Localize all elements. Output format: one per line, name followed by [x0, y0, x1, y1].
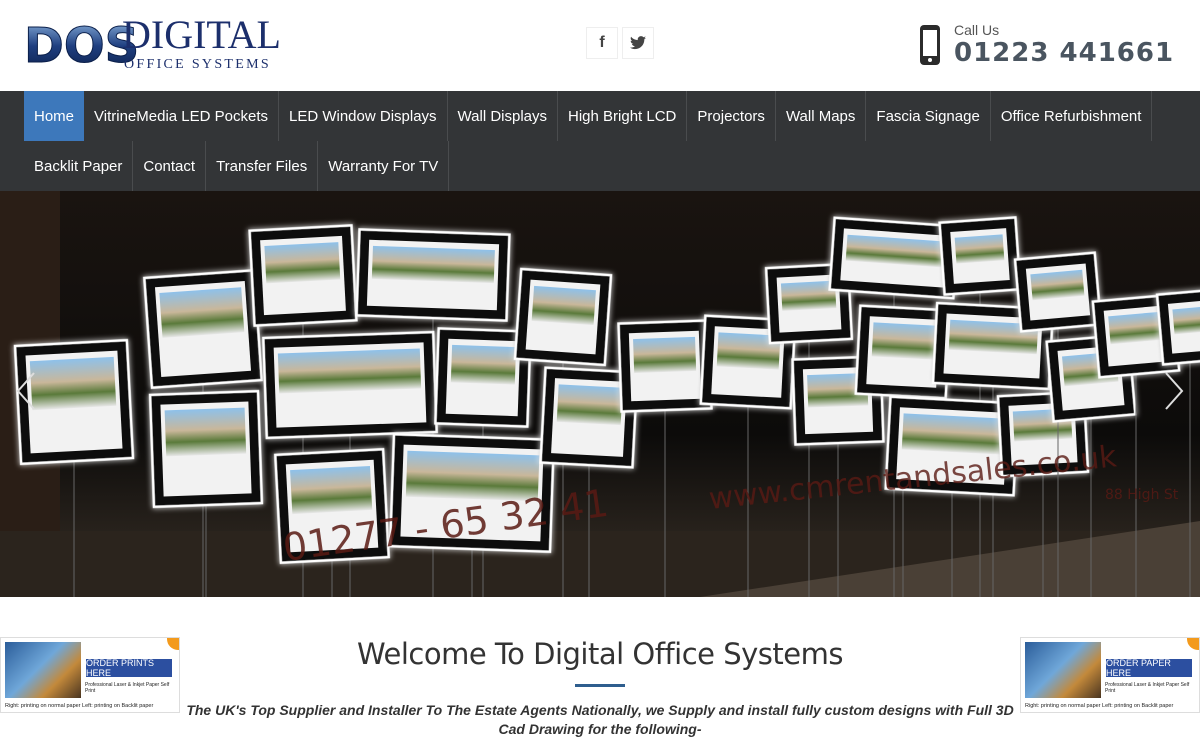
nav-item-warranty-for-tv[interactable]: Warranty For TV [318, 141, 450, 191]
banner-subtitle: Professional Laser & Inkjet Paper Self P… [1105, 682, 1190, 694]
main-navigation: Home VitrineMedia LED Pockets LED Window D… [0, 91, 1200, 191]
hero-slide-image: 01277 - 65 32 41 www.cmrentandsales.co.u… [0, 191, 1200, 597]
call-us-block: Call Us 01223 441661 [918, 20, 1174, 70]
facebook-icon[interactable]: f [586, 27, 618, 59]
hero-slider: 01277 - 65 32 41 www.cmrentandsales.co.u… [0, 191, 1200, 597]
banner-corner-badge [167, 638, 179, 650]
site-header: DOS DIGITAL OFFICE SYSTEMS f Call Us 012… [0, 0, 1200, 91]
twitter-icon[interactable] [622, 27, 654, 59]
welcome-section: ORDER PRINTS HERE Professional Laser & I… [0, 597, 1200, 740]
welcome-title: Welcome To Digital Office Systems [357, 637, 843, 671]
window-address-text: 88 High St [1105, 487, 1179, 503]
nav-item-home[interactable]: Home [24, 91, 85, 141]
nav-item-wall-maps[interactable]: Wall Maps [776, 91, 867, 141]
mobile-phone-icon [920, 25, 940, 65]
call-us-label: Call Us [954, 22, 1000, 38]
nav-item-transfer-files[interactable]: Transfer Files [206, 141, 319, 191]
social-links: f [586, 27, 654, 59]
banner-subtitle: Professional Laser & Inkjet Paper Self P… [85, 682, 170, 694]
nav-item-wall-displays[interactable]: Wall Displays [448, 91, 559, 141]
order-paper-banner[interactable]: ORDER PAPER HERE Professional Laser & In… [1020, 637, 1200, 713]
nav-item-vitrinemedia-led-pockets[interactable]: VitrineMedia LED Pockets [84, 91, 279, 141]
svg-text:DIGITAL: DIGITAL [122, 14, 281, 57]
banner-corner-badge [1187, 638, 1199, 650]
nav-row-primary: Home VitrineMedia LED Pockets LED Window D… [0, 91, 1200, 141]
nav-item-office-refurbishment[interactable]: Office Refurbishment [991, 91, 1153, 141]
welcome-description: The UK's Top Supplier and Installer To T… [186, 702, 1014, 737]
banner-house-image [5, 642, 81, 698]
nav-row-secondary: Backlit Paper Contact Transfer Files Warran… [0, 141, 1200, 191]
slider-prev-icon[interactable] [14, 371, 38, 411]
order-prints-banner[interactable]: ORDER PRINTS HERE Professional Laser & I… [0, 637, 180, 713]
nav-item-backlit-paper[interactable]: Backlit Paper [24, 141, 134, 191]
nav-item-led-window-displays[interactable]: LED Window Displays [279, 91, 448, 141]
banner-footnote: Right: printing on normal paper Left: pr… [1025, 703, 1174, 709]
nav-item-high-bright-lcd[interactable]: High Bright LCD [558, 91, 688, 141]
nav-item-projectors[interactable]: Projectors [687, 91, 776, 141]
title-divider [575, 684, 625, 687]
order-prints-button[interactable]: ORDER PRINTS HERE [85, 658, 173, 678]
banner-house-image [1025, 642, 1101, 698]
nav-item-contact[interactable]: Contact [133, 141, 207, 191]
order-paper-button[interactable]: ORDER PAPER HERE [1105, 658, 1193, 678]
banner-footnote: Right: printing on normal paper Left: pr… [5, 703, 154, 709]
phone-number[interactable]: 01223 441661 [954, 38, 1174, 68]
nav-item-fascia-signage[interactable]: Fascia Signage [866, 91, 991, 141]
slider-next-icon[interactable] [1162, 371, 1186, 411]
svg-text:OFFICE SYSTEMS: OFFICE SYSTEMS [124, 57, 271, 72]
company-logo[interactable]: DOS DIGITAL OFFICE SYSTEMS [24, 14, 304, 72]
